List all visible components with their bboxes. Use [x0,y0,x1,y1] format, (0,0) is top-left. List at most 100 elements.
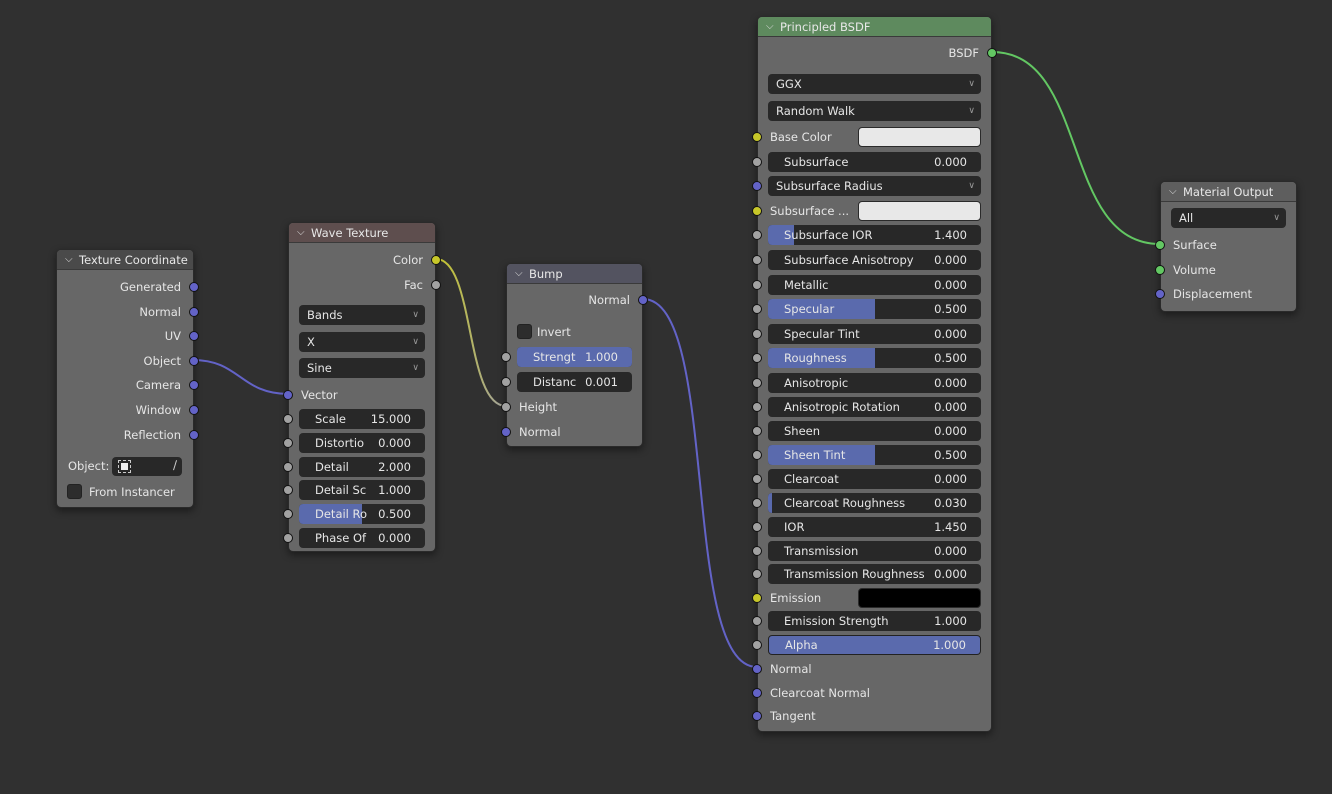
sheen-tint-socket[interactable] [752,450,762,460]
sine-dropdown[interactable]: Sine ∨ [299,358,425,378]
color-output-socket[interactable] [431,255,441,265]
subsurface-ior-socket[interactable] [752,230,762,240]
alpha-field[interactable]: Alpha 1.000 [768,635,981,655]
object-field[interactable]: ∕ [112,456,182,476]
clearcoat-roughness-socket[interactable] [752,498,762,508]
detail-field[interactable]: Detail 2.000 [299,456,425,477]
transmission-field[interactable]: Transmission 0.000 [768,540,981,561]
detail-ro-socket[interactable] [283,509,293,520]
from-instancer-checkbox[interactable] [67,484,82,499]
emission-socket[interactable] [752,593,762,603]
node-header[interactable]: ⌵ Texture Coordinate [57,250,193,270]
reflection-output-socket[interactable] [189,429,199,440]
distribution-dropdown[interactable]: GGX ∨ [768,74,981,94]
surface-input-socket[interactable] [1155,240,1165,250]
distanc-socket[interactable] [501,377,511,387]
anisotropic-rotation-socket[interactable] [752,401,762,412]
height-input-socket[interactable] [501,402,511,412]
metallic-field[interactable]: Metallic 0.000 [768,274,981,295]
camera-output-socket[interactable] [189,380,199,391]
node-header[interactable]: ⌵ Material Output [1161,182,1296,202]
clearcoat-roughness-field[interactable]: Clearcoat Roughness 0.030 [768,493,981,513]
strengt-field[interactable]: Strengt 1.000 [517,347,632,367]
distortio-socket[interactable] [283,437,293,448]
emission-strength-field[interactable]: Emission Strength 1.000 [768,611,981,631]
x-dropdown[interactable]: X ∨ [299,331,425,352]
distortio-field[interactable]: Distortio 0.000 [299,432,425,453]
subsurface-method-dropdown[interactable]: Random Walk ∨ [768,101,981,121]
chevron-down-icon[interactable]: ⌵ [65,254,79,265]
subsurface-field[interactable]: Subsurface 0.000 [768,152,981,172]
material-output-node[interactable]: ⌵ Material Output All ∨ Surface Volume Dis… [1155,181,1297,312]
base-color-socket[interactable] [752,132,762,142]
phase-of-field[interactable]: Phase Of 0.000 [299,528,425,548]
object-output-socket[interactable] [189,355,199,366]
window-output-socket[interactable] [189,405,199,415]
base-color-swatch[interactable] [858,127,981,147]
detail-socket[interactable] [283,461,293,472]
transmission-roughness-socket[interactable] [752,568,762,579]
anisotropic-socket[interactable] [752,377,762,388]
subsurface-radius-dropdown[interactable]: Subsurface Radius ∨ [768,176,981,196]
target-dropdown[interactable]: All ∨ [1171,208,1286,228]
node-header[interactable]: ⌵ Wave Texture [289,223,435,243]
distanc-field[interactable]: Distanc 0.001 [517,372,632,392]
invert-checkbox[interactable] [517,324,532,339]
anisotropic-rotation-field[interactable]: Anisotropic Rotation 0.000 [768,396,981,417]
strengt-socket[interactable] [501,352,511,362]
subsurface-anisotropy-socket[interactable] [752,255,762,265]
metallic-socket[interactable] [752,279,762,290]
roughness-field[interactable]: Roughness 0.500 [768,348,981,368]
displacement-input-socket[interactable] [1155,289,1165,299]
wave-texture-node[interactable]: ⌵ Wave Texture Color Fac Bands ∨ X ∨ Sine ∨ Ve… [283,222,441,552]
chevron-down-icon[interactable]: ⌵ [1169,186,1183,197]
specular-field[interactable]: Specular 0.500 [768,299,981,319]
chevron-down-icon[interactable]: ⌵ [515,268,529,279]
normal-input-socket[interactable] [752,664,762,674]
clearcoat-field[interactable]: Clearcoat 0.000 [768,469,981,489]
detail-ro-field[interactable]: Detail Ro 0.500 [299,504,425,525]
detail-sc-field[interactable]: Detail Sc 1.000 [299,480,425,501]
clearcoat-normal-input-socket[interactable] [752,687,762,698]
anisotropic-field[interactable]: Anisotropic 0.000 [768,372,981,393]
volume-input-socket[interactable] [1155,264,1165,275]
uv-output-socket[interactable] [189,331,199,342]
scale-socket[interactable] [283,414,293,424]
sheen-field[interactable]: Sheen 0.000 [768,421,981,441]
bump-node[interactable]: ⌵ Bump Normal Invert Strengt 1.000 Distanc… [501,263,648,447]
chevron-down-icon[interactable]: ⌵ [297,227,311,238]
transmission-socket[interactable] [752,545,762,556]
specular-socket[interactable] [752,304,762,314]
generated-output-socket[interactable] [189,282,199,292]
tangent-input-socket[interactable] [752,711,762,721]
transmission-roughness-field[interactable]: Transmission Roughness 0.000 [768,563,981,584]
node-header[interactable]: ⌵ Principled BSDF [758,17,991,37]
normal-output-socket[interactable] [189,306,199,317]
alpha-socket[interactable] [752,640,762,650]
roughness-socket[interactable] [752,353,762,363]
vector-input-socket[interactable] [283,390,293,400]
ior-field[interactable]: IOR 1.450 [768,516,981,537]
bands-dropdown[interactable]: Bands ∨ [299,305,425,325]
normal-output-socket[interactable] [638,295,648,305]
principled-bsdf-node[interactable]: ⌵ Principled BSDF BSDF GGX ∨ Random Walk… [752,16,997,732]
node-header[interactable]: ⌵ Bump [507,264,642,284]
normal-input-socket[interactable] [501,427,511,437]
eyedropper-icon[interactable]: ∕ [173,458,177,472]
detail-sc-socket[interactable] [283,485,293,496]
subsurface-ior-field[interactable]: Subsurface IOR 1.400 [768,225,981,245]
emission-color-swatch[interactable] [858,588,981,608]
subsurface-color-socket[interactable] [752,206,762,216]
subsurface-radius-socket[interactable] [752,181,762,191]
specular-tint-field[interactable]: Specular Tint 0.000 [768,323,981,344]
specular-tint-socket[interactable] [752,328,762,339]
sheen-socket[interactable] [752,426,762,436]
texture-coordinate-node[interactable]: ⌵ Texture Coordinate Generated Normal UV Ob… [56,249,199,508]
subsurface-anisotropy-field[interactable]: Subsurface Anisotropy 0.000 [768,250,981,270]
emission-strength-socket[interactable] [752,616,762,626]
subsurface-socket[interactable] [752,157,762,167]
bsdf-output-socket[interactable] [987,48,997,58]
fac-output-socket[interactable] [431,280,441,290]
sheen-tint-field[interactable]: Sheen Tint 0.500 [768,445,981,465]
chevron-down-icon[interactable]: ⌵ [766,21,780,32]
